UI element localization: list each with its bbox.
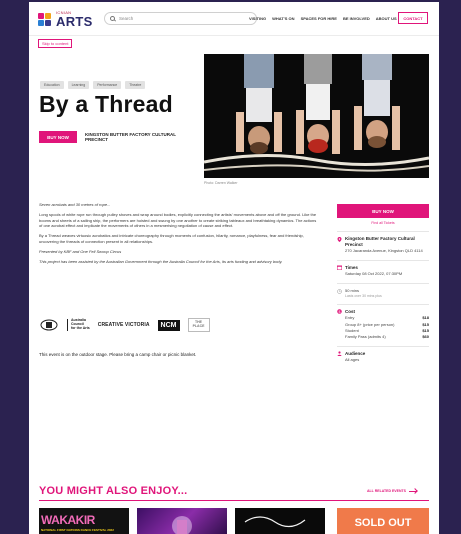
skip-to-content-link[interactable]: Skip to content	[38, 39, 73, 48]
search-icon	[110, 16, 115, 21]
cost-label: Entry	[345, 315, 355, 321]
cost-label: Family Pass (admits 4)	[345, 334, 386, 340]
acrobats-image	[204, 54, 429, 178]
the-place-logo: THE PLACE	[187, 318, 210, 332]
funder-logos: Australia Council for the Arts CREATIVE …	[39, 314, 279, 336]
all-related-events-label: ALL RELATED EVENTS	[367, 489, 406, 493]
search-placeholder: Search	[119, 16, 134, 21]
nav-be-involved[interactable]: BE INVOLVED	[343, 16, 370, 21]
card-image	[244, 516, 306, 528]
nav-whats-on[interactable]: WHAT'S ON	[272, 16, 294, 21]
times-title: Times	[345, 264, 358, 270]
search-input[interactable]: Search	[104, 12, 257, 25]
tag-theatre[interactable]: Theatre	[125, 81, 146, 89]
all-related-events-link[interactable]: ALL RELATED EVENTS	[367, 489, 417, 493]
ncm-logo: NCM	[157, 319, 180, 331]
nav-spaces-for-hire[interactable]: SPACES FOR HIRE	[301, 16, 337, 21]
cost-label: Student	[345, 328, 359, 334]
venue-address: 270 Jacaranda Avenue, Kingston QLD 4114	[345, 248, 423, 254]
description-intro: Seven acrobats and 30 metres of rope...	[39, 202, 111, 207]
duration-value: 50 mins	[345, 288, 360, 294]
card-subtitle: NATIONAL FIRST NATIONS DANCE FESTIVAL 20…	[41, 528, 114, 532]
find-tickets-link[interactable]: Find all Tickets	[337, 221, 429, 225]
tag-learning[interactable]: Learning	[67, 81, 90, 89]
coat-of-arms-logo	[39, 318, 59, 332]
page: ICNIAN ARTS Search VISITING WHAT'S ON SP…	[29, 2, 439, 534]
event-note: This event is on the outdoor stage. Plea…	[39, 352, 197, 357]
cost-price: $18	[422, 315, 429, 321]
site-logo[interactable]: ICNIAN ARTS	[38, 11, 93, 28]
australia-council-line: for the Arts	[71, 325, 90, 330]
sold-out-badge: SOLD OUT	[354, 517, 412, 529]
presented-by: Presented by KBF and One Fell Swoop Circ…	[39, 248, 122, 254]
times-section: Times Saturday 08 Oct 2022, 07:30PM 50 m…	[337, 259, 429, 298]
venue-section: Kingston Butter Factory Cultural Precinc…	[337, 231, 429, 254]
event-tags: Education Learning Performance Theatre	[40, 81, 149, 89]
funding-acknowledgement: This project has been assisted by the Au…	[39, 258, 283, 264]
arrow-right-icon	[408, 490, 417, 492]
event-venue: KINGSTON BUTTER FACTORY CULTURAL PRECINC…	[85, 132, 176, 143]
cost-row: Group 8+ (price per person) $15	[345, 322, 429, 327]
cost-label: Group 8+ (price per person)	[345, 321, 395, 327]
cost-section: $ Cost Entry $18 Group 8+ (price per pers…	[337, 303, 429, 340]
nav-about-us[interactable]: ABOUT US	[376, 16, 397, 21]
sidebar-buy-now-button[interactable]: BUY NOW	[337, 204, 429, 218]
related-divider	[39, 500, 429, 501]
photo-credit: Photo: Darren Walker	[204, 181, 238, 185]
cost-icon: $	[337, 309, 342, 314]
card-image	[172, 516, 192, 534]
logo-mark-icon	[38, 12, 52, 27]
description-paragraph: By a Thread weaves virtuosic acrobatics …	[39, 233, 304, 244]
related-event-card[interactable]: SOLD OUT	[337, 508, 429, 534]
australia-council-logo: Australia Council for the Arts	[67, 318, 90, 331]
cost-price: $60	[422, 334, 429, 340]
site-header: ICNIAN ARTS Search VISITING WHAT'S ON SP…	[29, 2, 439, 36]
cost-price: $15	[422, 328, 429, 334]
nav-visiting[interactable]: VISITING	[249, 16, 266, 21]
card-title: WAKAKIR	[41, 513, 95, 527]
cost-price: $15	[422, 321, 429, 327]
duration-note: Lasts over 30 mins plus	[345, 293, 382, 298]
venue-name[interactable]: Kingston Butter Factory Cultural Precinc…	[345, 236, 429, 247]
description-paragraph: Long spools of white rope run through pu…	[39, 211, 317, 229]
related-events-heading: YOU MIGHT ALSO ENJOY...	[39, 485, 188, 497]
creative-victoria-logo: CREATIVE VICTORIA	[97, 322, 150, 328]
event-description: Seven acrobats and 30 metres of rope... …	[39, 202, 319, 268]
audience-value: All ages	[345, 357, 360, 363]
times-value: Saturday 08 Oct 2022, 07:30PM	[345, 271, 403, 277]
cost-row: Student $15	[345, 328, 429, 333]
svg-text:$: $	[339, 310, 341, 314]
related-event-card[interactable]	[137, 508, 227, 534]
contact-button[interactable]: CONTACT	[398, 12, 428, 24]
buy-now-button[interactable]: BUY NOW	[39, 131, 77, 143]
cost-title: Cost	[345, 308, 355, 314]
cost-row: Family Pass (admits 4) $60	[345, 334, 429, 339]
calendar-icon	[337, 265, 342, 271]
related-event-card[interactable]: WAKAKIR NATIONAL FIRST NATIONS DANCE FES…	[39, 508, 129, 534]
logo-big-text: ARTS	[56, 14, 93, 29]
event-photo	[204, 54, 429, 178]
main-nav: VISITING WHAT'S ON SPACES FOR HIRE BE IN…	[249, 16, 403, 21]
audience-icon	[337, 351, 342, 357]
clock-icon	[337, 288, 342, 294]
audience-section: Audience All ages	[337, 345, 429, 363]
related-event-card[interactable]	[235, 508, 325, 534]
cost-row: Entry $18	[345, 315, 429, 320]
event-sidebar: BUY NOW Find all Tickets Kingston Butter…	[337, 204, 429, 363]
location-pin-icon	[337, 236, 342, 242]
event-title: By a Thread	[39, 91, 173, 117]
tag-education[interactable]: Education	[40, 81, 64, 89]
audience-title: Audience	[345, 350, 366, 356]
tag-performance[interactable]: Performance	[93, 81, 122, 89]
